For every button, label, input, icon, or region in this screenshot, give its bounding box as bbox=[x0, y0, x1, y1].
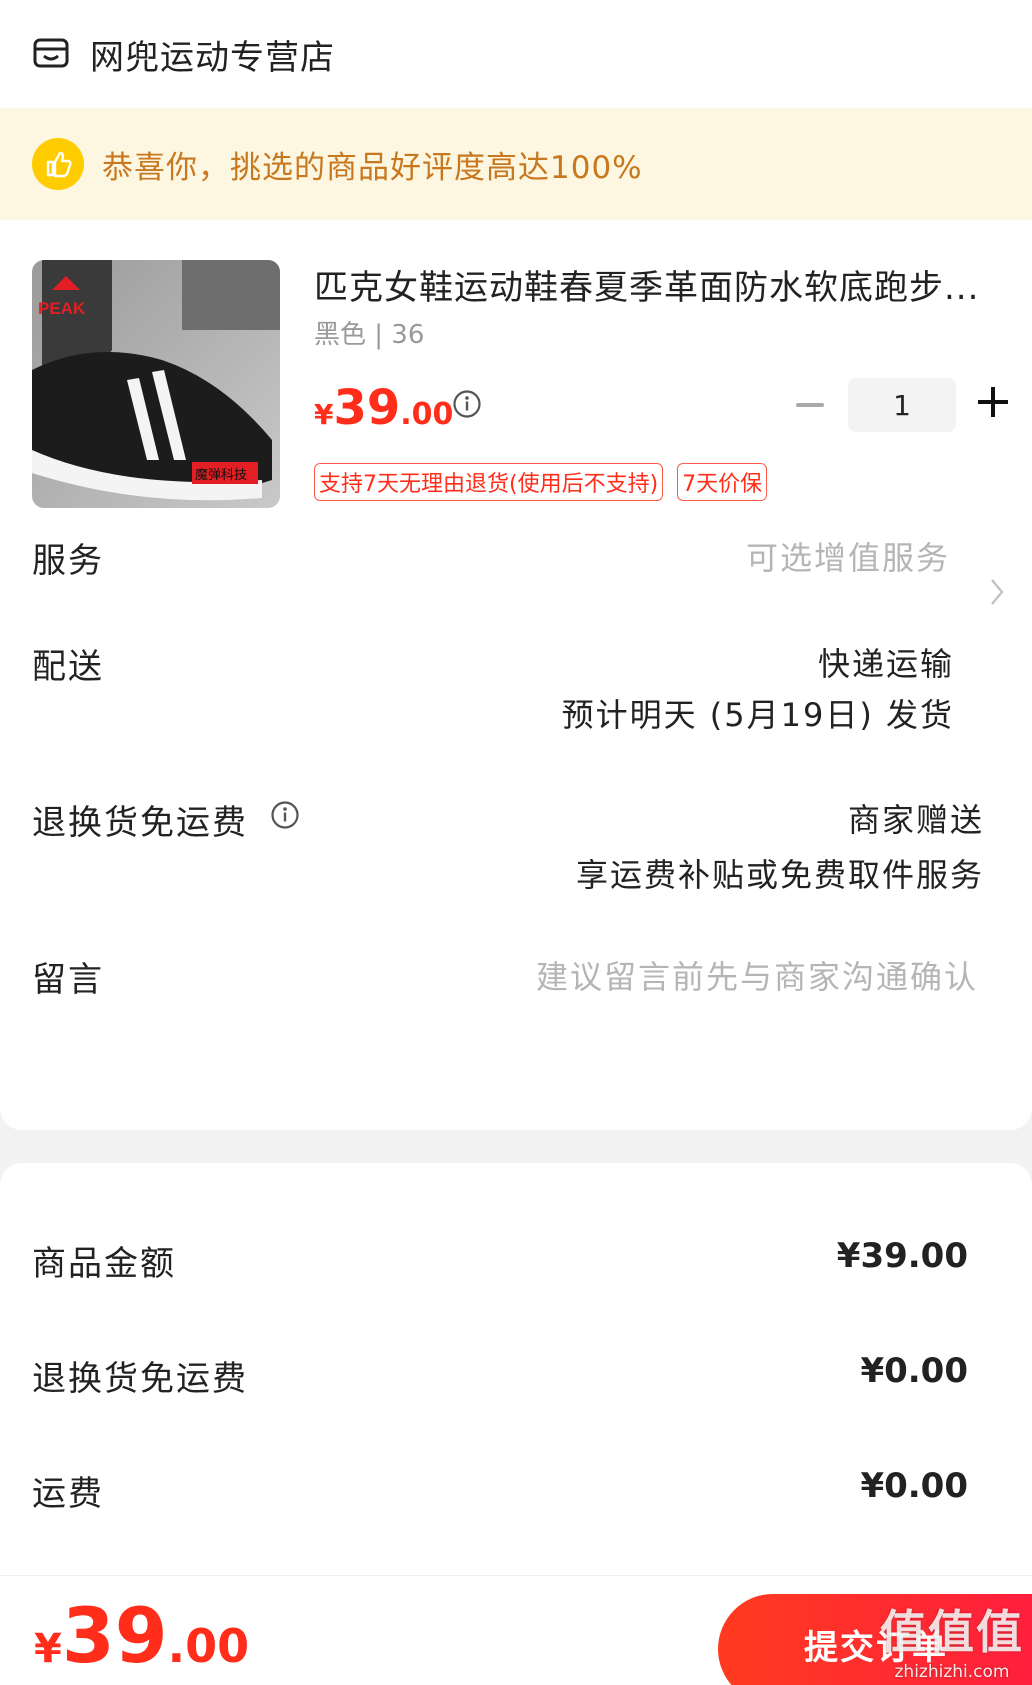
price-integer: 39 bbox=[333, 380, 401, 436]
praise-banner: 恭喜你，挑选的商品好评度高达100% bbox=[0, 108, 1032, 220]
delivery-estimate: 预计明天 (5月19日) 发货 bbox=[561, 696, 954, 734]
goods-amount-label: 商品金额 bbox=[32, 1244, 176, 1284]
delivery-label: 配送 bbox=[32, 647, 104, 687]
total-symbol: ¥ bbox=[34, 1626, 62, 1672]
price-info-icon[interactable] bbox=[452, 389, 482, 419]
product-image-badge: 魔弹科技 bbox=[195, 468, 247, 483]
service-label: 服务 bbox=[32, 541, 104, 581]
shipping-value: ¥0.00 bbox=[860, 1466, 968, 1506]
quantity-input[interactable]: 1 bbox=[848, 378, 956, 432]
delivery-method[interactable]: 快递运输 bbox=[818, 639, 954, 685]
praise-text: 恭喜你，挑选的商品好评度高达100% bbox=[102, 149, 643, 186]
thumbs-up-icon bbox=[32, 138, 84, 190]
store-name: 网兜运动专营店 bbox=[90, 37, 335, 78]
service-tags: 支持7天无理由退货(使用后不支持) 7天价保 bbox=[314, 463, 768, 501]
tag-price-protection: 7天价保 bbox=[677, 463, 768, 501]
store-header[interactable]: 网兜运动专营店 bbox=[0, 0, 1032, 108]
price-summary-card: 商品金额 ¥39.00 退换货免运费 ¥0.00 运费 ¥0.00 bbox=[0, 1163, 1032, 1575]
total-integer: 39 bbox=[61, 1591, 168, 1680]
bottom-bar: ¥ 39 .00 提交订单 bbox=[0, 1575, 1032, 1685]
product-image-brand: PEAK bbox=[38, 299, 86, 318]
return-shipping-info-icon[interactable] bbox=[270, 800, 300, 830]
store-icon bbox=[33, 38, 69, 68]
product-title[interactable]: 匹克女鞋运动鞋春夏季革面防水软底跑步... bbox=[314, 260, 1004, 309]
total-decimal: .00 bbox=[167, 1619, 250, 1673]
product-spec[interactable]: 黑色 | 36 bbox=[314, 314, 424, 351]
watermark-logo: 值值值 bbox=[880, 1605, 1024, 1659]
watermark: 值值值 zhizhizhi.com bbox=[880, 1596, 1024, 1682]
quantity-decrease-button[interactable] bbox=[796, 403, 824, 407]
quantity-increase-button[interactable] bbox=[978, 387, 1008, 417]
product-image[interactable]: PEAK 魔弹科技 bbox=[32, 260, 280, 508]
watermark-url: zhizhizhi.com bbox=[894, 1662, 1010, 1682]
tag-return-policy: 支持7天无理由退货(使用后不支持) bbox=[314, 463, 664, 501]
return-fee-value: ¥0.00 bbox=[860, 1351, 968, 1391]
return-shipping-label: 退换货免运费 bbox=[32, 803, 248, 843]
return-shipping-provider: 商家赠送 bbox=[847, 801, 984, 839]
goods-amount-value: ¥39.00 bbox=[836, 1236, 968, 1276]
price-decimal: .00 bbox=[400, 397, 454, 432]
return-fee-label: 退换货免运费 bbox=[32, 1359, 248, 1399]
checkout-page: 网兜运动专营店 恭喜你，挑选的商品好评度高达100% PEAK 魔弹科技 匹克女… bbox=[0, 0, 1032, 1685]
service-value[interactable]: 可选增值服务 bbox=[746, 533, 950, 579]
message-input[interactable]: 建议留言前先与商家沟通确认 bbox=[536, 952, 978, 998]
product-price: ¥ 39 .00 bbox=[314, 380, 453, 436]
total-price: ¥ 39 .00 bbox=[34, 1598, 249, 1674]
shipping-label: 运费 bbox=[32, 1474, 104, 1514]
price-symbol: ¥ bbox=[314, 398, 334, 431]
order-item-card: PEAK 魔弹科技 匹克女鞋运动鞋春夏季革面防水软底跑步... 黑色 | 36 … bbox=[0, 220, 1032, 1130]
message-label: 留言 bbox=[32, 960, 104, 1000]
return-shipping-detail: 享运费补贴或免费取件服务 bbox=[575, 856, 984, 894]
chevron-right-icon[interactable] bbox=[990, 578, 1004, 606]
